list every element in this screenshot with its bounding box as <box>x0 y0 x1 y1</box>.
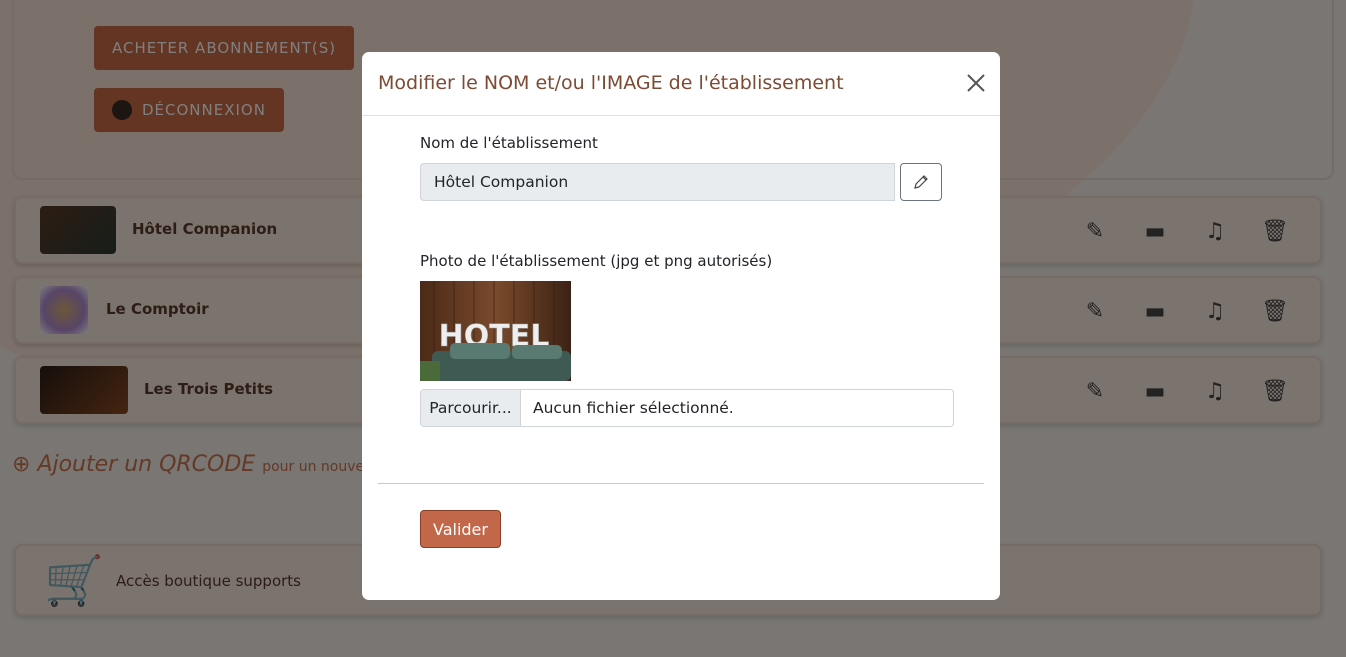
modal-divider <box>378 483 984 484</box>
establishment-name-input[interactable]: Hôtel Companion <box>420 163 895 201</box>
modal-title: Modifier le NOM et/ou l'IMAGE de l'établ… <box>378 72 844 94</box>
edit-name-button[interactable] <box>900 163 942 201</box>
photo-label: Photo de l'établissement (jpg et png aut… <box>420 252 773 270</box>
establishment-name-value: Hôtel Companion <box>434 173 569 191</box>
close-button[interactable] <box>966 72 986 94</box>
modal-header: Modifier le NOM et/ou l'IMAGE de l'établ… <box>362 52 1000 116</box>
name-label: Nom de l'établissement <box>420 134 598 152</box>
close-icon <box>967 74 985 92</box>
establishment-photo: HOTEL <box>420 281 571 381</box>
browse-button[interactable]: Parcourir... <box>421 390 521 426</box>
file-status: Aucun fichier sélectionné. <box>533 399 734 417</box>
browse-label: Parcourir... <box>429 399 512 417</box>
pencil-icon <box>914 175 928 189</box>
file-input[interactable]: Parcourir... Aucun fichier sélectionné. <box>420 389 954 427</box>
edit-establishment-modal: Modifier le NOM et/ou l'IMAGE de l'établ… <box>362 52 1000 600</box>
submit-button[interactable]: Valider <box>420 510 501 548</box>
